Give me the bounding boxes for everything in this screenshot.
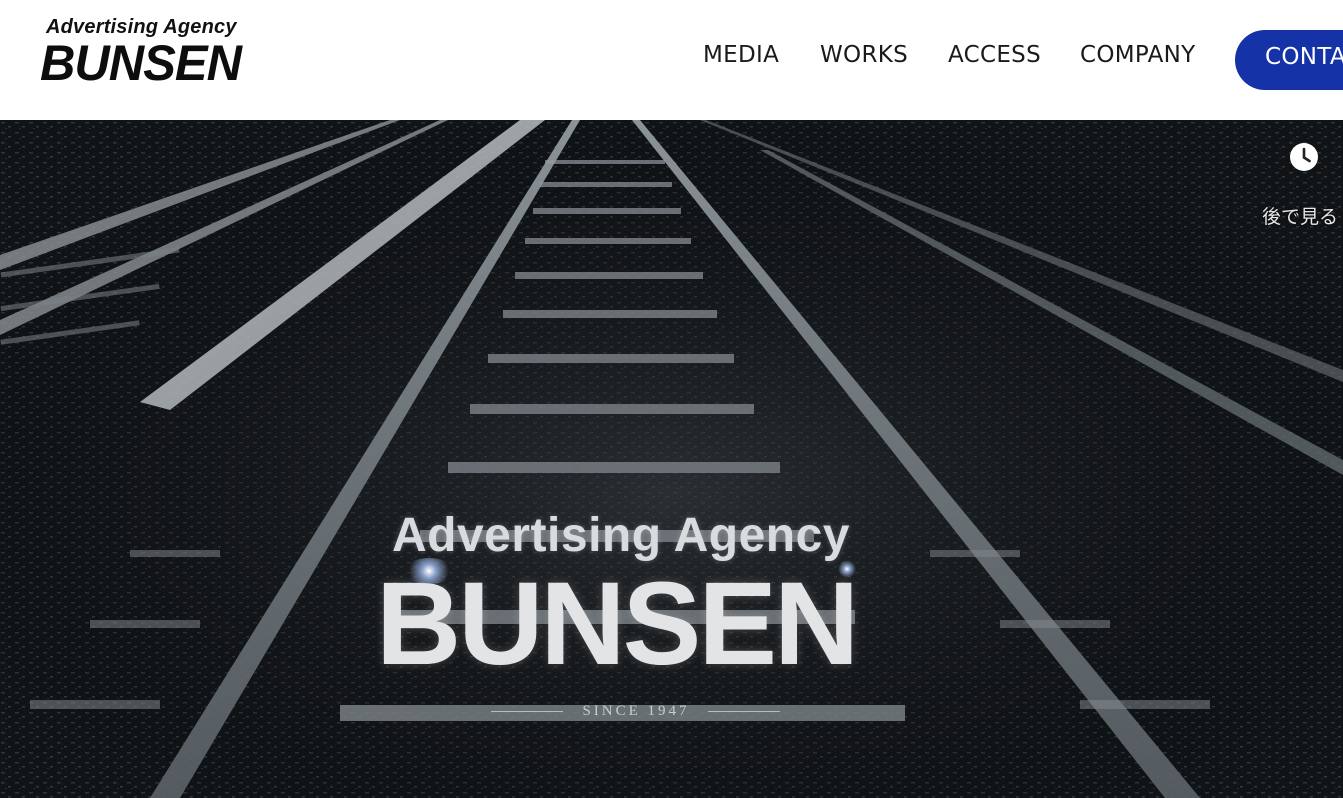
contact-button[interactable]: CONTA	[1235, 30, 1343, 90]
hero-video[interactable]: 後で見る Advertising Agency BUNSEN SINCE 194…	[0, 120, 1343, 798]
nav-item-media[interactable]: MEDIA	[703, 42, 779, 68]
lens-flare-small	[838, 560, 856, 578]
contact-button-label: CONTA	[1265, 44, 1343, 70]
watch-later-label: 後で見る	[1262, 206, 1339, 228]
since-divider-right	[708, 711, 780, 712]
video-tagline: Advertising Agency	[392, 509, 850, 562]
lens-flare	[404, 558, 454, 584]
nav-item-works[interactable]: WORKS	[820, 42, 908, 68]
clock-icon	[1290, 143, 1318, 171]
site-header: Advertising Agency BUNSEN MEDIA WORKS AC…	[0, 0, 1343, 120]
nav-item-company[interactable]: COMPANY	[1080, 42, 1196, 68]
main-nav: MEDIA WORKS ACCESS COMPANY	[0, 0, 1343, 120]
nav-item-access[interactable]: ACCESS	[948, 42, 1041, 68]
watch-later-button[interactable]: 後で見る	[1262, 140, 1343, 228]
video-title-overlay: Advertising Agency BUNSEN SINCE 1947	[376, 508, 950, 728]
